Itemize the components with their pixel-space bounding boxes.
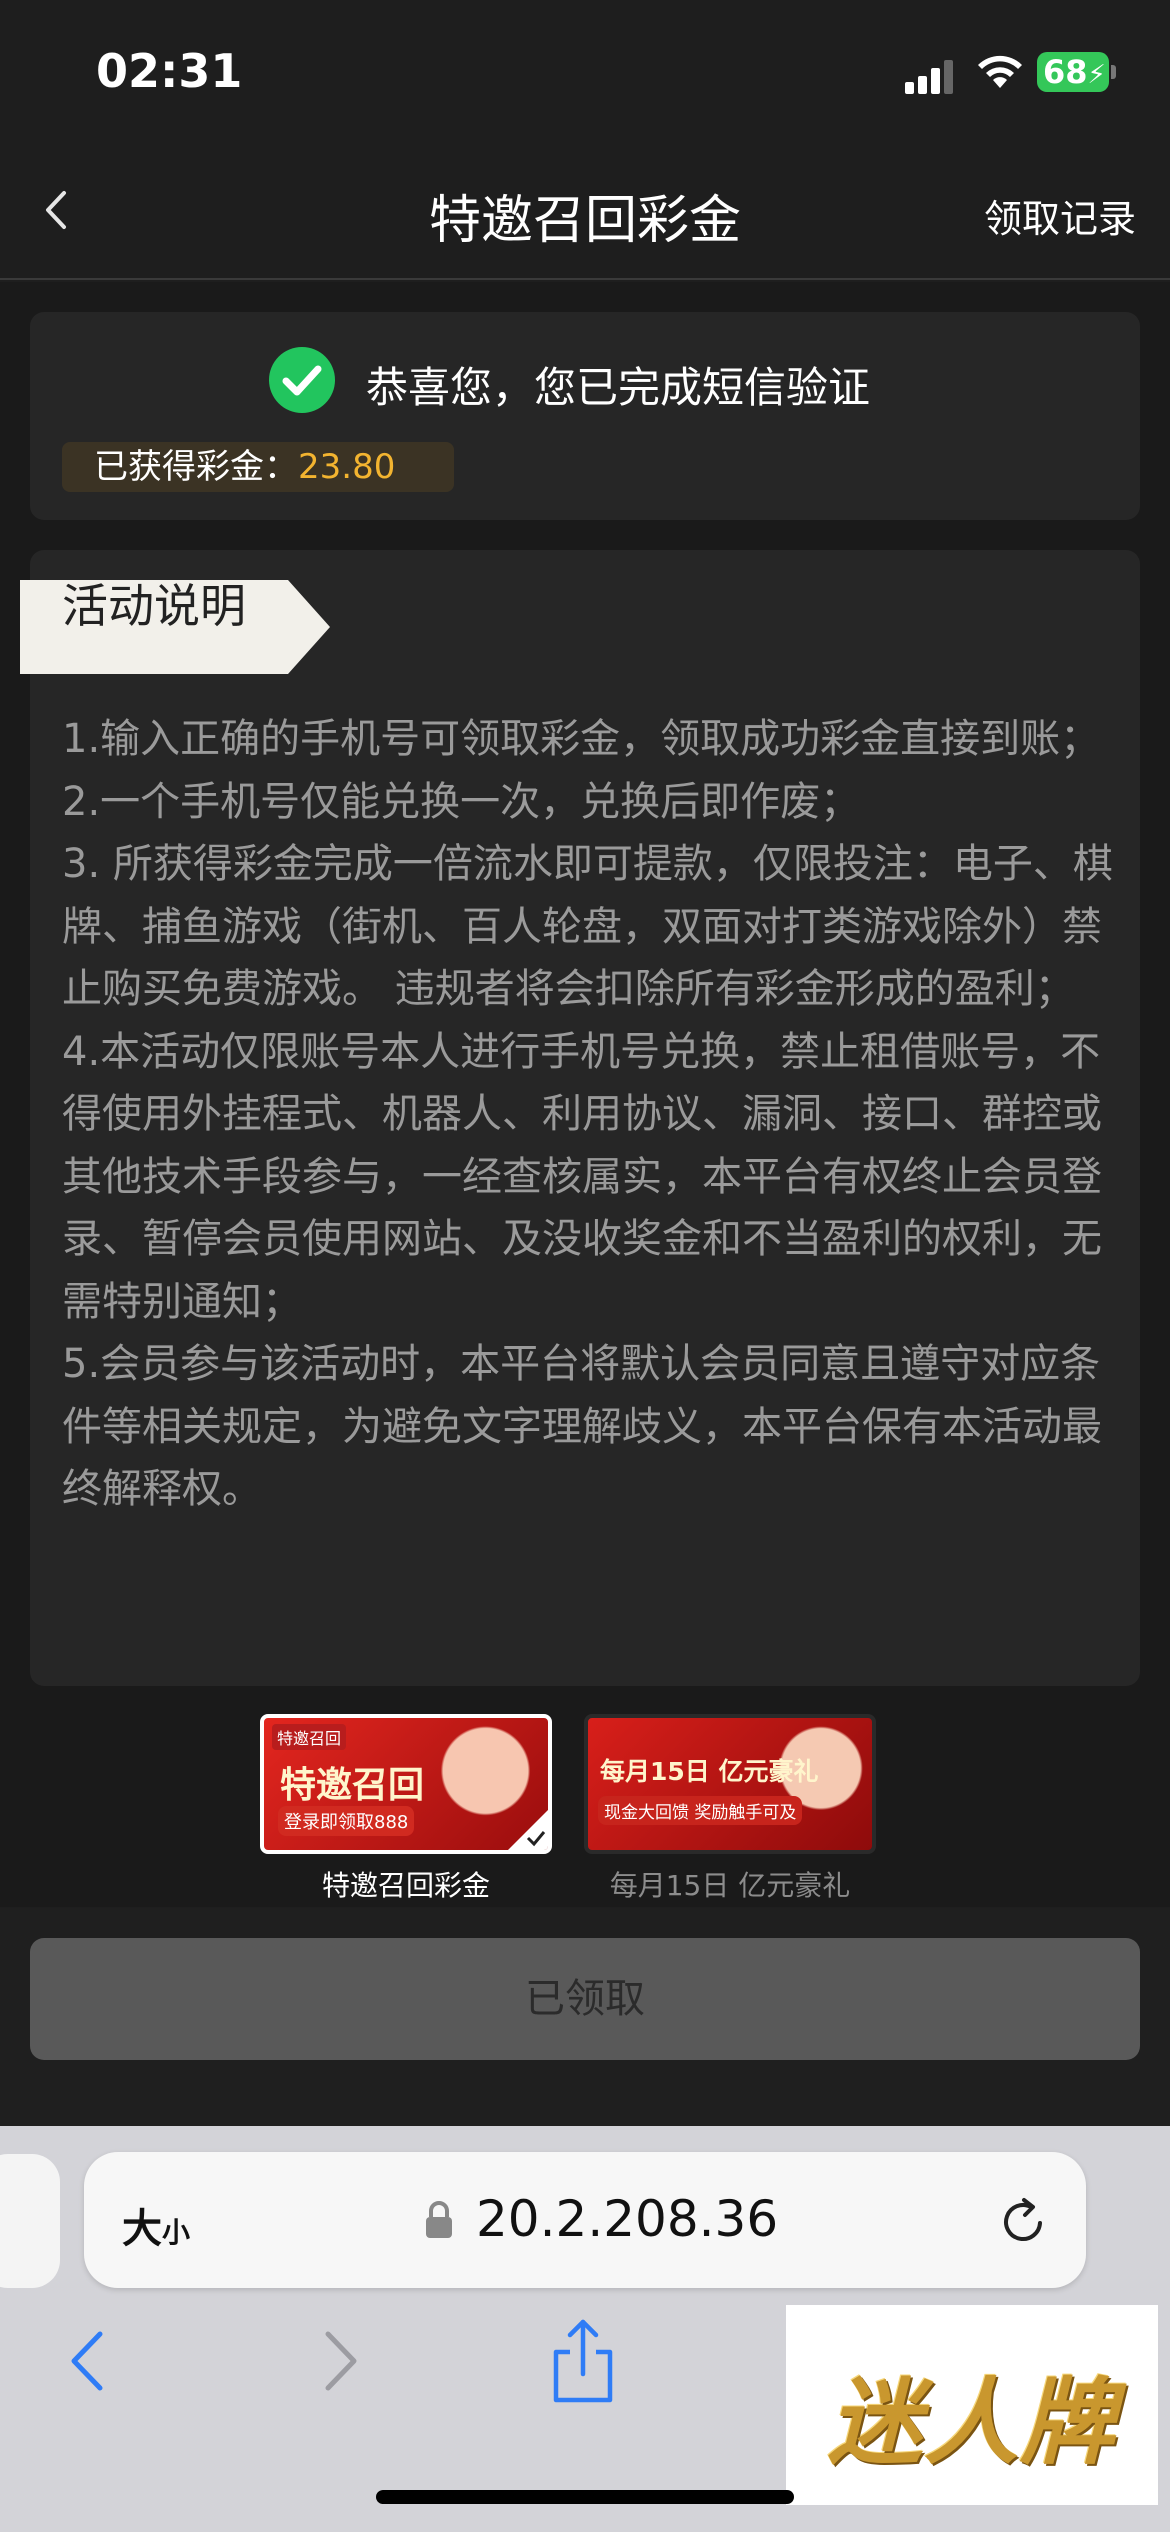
rules-heading: 活动说明	[62, 579, 246, 633]
selected-check-icon	[508, 1810, 548, 1850]
promo-thumbnail-monthly[interactable]: 每月15日 亿元豪礼 现金大回馈 奖励触手可及 每月15日 亿元豪礼	[584, 1714, 876, 1904]
rule-item: 3. 所获得彩金完成一倍流水即可提款，仅限投注：电子、棋牌、捕鱼游戏（街机、百人…	[62, 841, 1113, 1012]
home-indicator	[376, 2490, 794, 2504]
promo-thumbnail-recall[interactable]: 特邀召回 特邀召回 登录即领取888 特邀召回彩金	[260, 1714, 552, 1904]
charging-bolt-icon: ⚡	[1087, 60, 1106, 90]
navigation-bar: 特邀召回彩金 领取记录	[0, 140, 1170, 280]
rule-item: 2.一个手机号仅能兑换一次，兑换后即作废；	[62, 778, 861, 825]
watermark-text: 迷人牌	[827, 2369, 1116, 2478]
browser-toolbar: 大小 20.2.208.36 迷人牌	[0, 2126, 1170, 2532]
promo-headline: 特邀召回	[280, 1765, 425, 1806]
promo-caption: 特邀召回彩金	[321, 1869, 490, 1902]
bonus-label: 已获得彩金：	[94, 447, 298, 487]
reload-icon[interactable]	[996, 2194, 1050, 2248]
text-size-button[interactable]: 大小	[122, 2196, 190, 2254]
share-icon[interactable]	[550, 2318, 616, 2404]
promo-badge: 特邀召回	[272, 1724, 347, 1750]
battery-level: 68	[1043, 53, 1088, 91]
browser-forward-icon[interactable]	[316, 2326, 366, 2396]
status-time: 02:31	[96, 44, 243, 98]
screen: 02:31 68⚡ 特邀召回彩金 领取记录 恭喜您，您已完成短信验证 已获得彩金…	[0, 0, 1170, 2532]
check-circle-icon	[269, 347, 335, 413]
verification-success-card: 恭喜您，您已完成短信验证 已获得彩金：23.80	[30, 312, 1140, 520]
bonus-earned-badge: 已获得彩金：23.80	[62, 442, 454, 492]
status-bar: 02:31 68⚡	[0, 0, 1170, 140]
records-link[interactable]: 领取记录	[984, 188, 1136, 243]
bonus-value: 23.80	[298, 447, 396, 487]
browser-back-icon[interactable]	[62, 2326, 112, 2396]
address-bar[interactable]: 大小 20.2.208.36	[84, 2152, 1086, 2288]
promo-banner-monthly: 每月15日 亿元豪礼 现金大回馈 奖励触手可及	[584, 1714, 876, 1854]
watermark-logo: 迷人牌	[786, 2305, 1158, 2505]
rules-text: 1.输入正确的手机号可领取彩金，领取成功彩金直接到账； 2.一个手机号仅能兑换一…	[62, 708, 1122, 1521]
battery-indicator: 68⚡	[1037, 52, 1116, 92]
main-content: 恭喜您，您已完成短信验证 已获得彩金：23.80 活动说明 1.输入正确的手机号…	[0, 282, 1170, 1907]
wifi-icon	[978, 55, 1022, 88]
cellular-signal-icon	[905, 58, 957, 94]
success-message: 恭喜您，您已完成短信验证	[366, 363, 871, 412]
previous-tab-edge[interactable]	[0, 2154, 60, 2288]
promo-subline: 现金大回馈 奖励触手可及	[598, 1796, 803, 1825]
text-size-big: 大	[122, 2206, 162, 2252]
promo-banner-recall: 特邀召回 特邀召回 登录即领取888	[260, 1714, 552, 1854]
activity-rules-card: 活动说明 1.输入正确的手机号可领取彩金，领取成功彩金直接到账； 2.一个手机号…	[20, 550, 1140, 1686]
text-size-small: 小	[162, 2216, 191, 2249]
promo-caption: 每月15日 亿元豪礼	[609, 1869, 851, 1902]
promo-headline: 每月15日 亿元豪礼	[600, 1757, 819, 1786]
rule-item: 1.输入正确的手机号可领取彩金，领取成功彩金直接到账；	[62, 716, 1101, 762]
claim-bar: 已领取	[0, 1908, 1170, 2126]
promo-subline: 登录即领取888	[278, 1806, 415, 1836]
rule-item: 5.会员参与该活动时，本平台将默认会员同意且遵守对应条件等相关规定，为避免文字理…	[62, 1341, 1102, 1512]
rule-item: 4.本活动仅限账号本人进行手机号兑换，禁止租借账号，不得使用外挂程式、机器人、利…	[62, 1028, 1102, 1325]
claimed-button[interactable]: 已领取	[30, 1938, 1140, 2060]
lock-icon	[426, 2201, 452, 2238]
url-text: 20.2.208.36	[476, 2190, 779, 2248]
